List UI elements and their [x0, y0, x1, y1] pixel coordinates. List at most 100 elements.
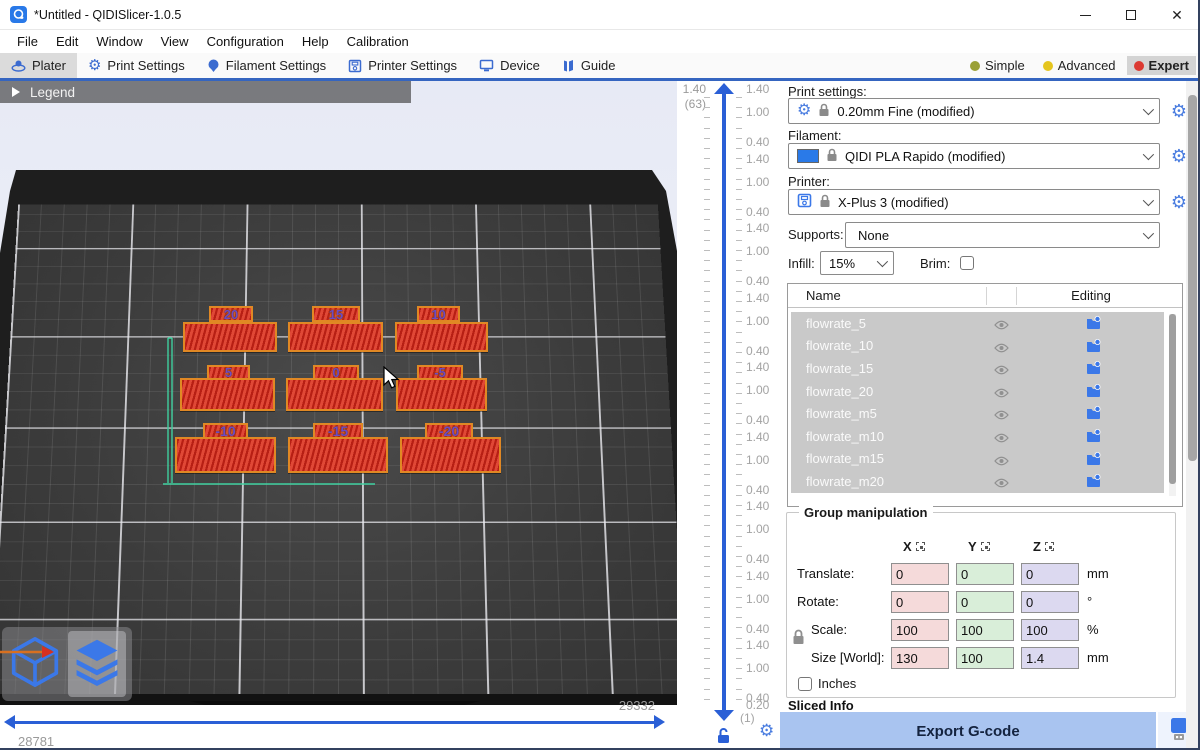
uniform-scale-lock-icon[interactable] [792, 629, 805, 648]
tab-guide[interactable]: Guide [551, 53, 627, 78]
menu-view[interactable]: View [152, 32, 198, 51]
inches-checkbox[interactable] [798, 677, 812, 691]
object-name: flowrate_15 [806, 361, 873, 376]
object-list-row[interactable]: flowrate_m20 [791, 470, 1164, 493]
axis-reset-icon[interactable] [981, 542, 990, 551]
eye-icon[interactable] [994, 386, 1009, 401]
preview-view-button[interactable] [68, 631, 126, 697]
maximize-button[interactable] [1108, 0, 1154, 30]
lock-open-icon[interactable] [716, 727, 731, 749]
calibration-plate[interactable] [396, 378, 487, 411]
object-list-row[interactable]: flowrate_5 [791, 312, 1164, 335]
layer-slider-upper-thumb[interactable] [714, 83, 734, 94]
edit-object-icon[interactable] [1086, 406, 1101, 423]
eye-icon[interactable] [994, 431, 1009, 446]
eye-icon[interactable] [994, 363, 1009, 378]
menu-edit[interactable]: Edit [47, 32, 87, 51]
moves-slider-left-thumb[interactable] [4, 715, 15, 729]
legend-expand-icon [12, 87, 20, 97]
export-gcode-button[interactable]: Export G-code [780, 712, 1156, 750]
layer-slider-track[interactable] [722, 94, 726, 710]
object-name: flowrate_10 [806, 338, 873, 353]
printer-combo[interactable]: X-Plus 3 (modified) [788, 189, 1160, 215]
mode-expert[interactable]: Expert [1127, 56, 1196, 75]
calibration-plate[interactable] [288, 437, 388, 473]
editor-view-button[interactable] [6, 631, 64, 697]
edit-object-icon[interactable] [1086, 474, 1101, 491]
calibration-plate[interactable] [183, 322, 277, 352]
edit-object-icon[interactable] [1086, 316, 1101, 333]
plate-tab: 20 [209, 306, 253, 322]
slider-settings-gear-icon[interactable]: ⚙ [759, 722, 774, 739]
mode-simple[interactable]: Simple [963, 56, 1032, 75]
edit-object-icon[interactable] [1086, 384, 1101, 401]
manip-field-y[interactable] [956, 647, 1014, 669]
menu-configuration[interactable]: Configuration [198, 32, 293, 51]
menu-calibration[interactable]: Calibration [338, 32, 418, 51]
mode-label: Advanced [1058, 58, 1116, 73]
manip-field-z[interactable] [1021, 563, 1079, 585]
filament-combo[interactable]: QIDI PLA Rapido (modified) [788, 143, 1160, 169]
eye-icon[interactable] [994, 341, 1009, 356]
calibration-plate[interactable] [400, 437, 501, 473]
tab-plater[interactable]: Plater [0, 53, 77, 78]
tab-device[interactable]: Device [468, 53, 551, 78]
object-list-row[interactable]: flowrate_m10 [791, 425, 1164, 448]
calibration-plate[interactable] [175, 437, 276, 473]
chevron-down-icon [1143, 228, 1154, 239]
tab-filament-settings[interactable]: Filament Settings [196, 53, 337, 78]
tab-print-settings[interactable]: ⚙Print Settings [77, 53, 196, 78]
object-list-scrollbar[interactable] [1169, 314, 1176, 496]
viewport-3d[interactable]: 20151050-5-10-15-20 Legend 29332 28781 [0, 81, 677, 750]
manip-field-z[interactable] [1021, 619, 1079, 641]
brim-checkbox[interactable] [960, 256, 974, 270]
manip-field-y[interactable] [956, 563, 1014, 585]
eye-icon[interactable] [994, 408, 1009, 423]
object-name: flowrate_20 [806, 384, 873, 399]
legend-bar[interactable]: Legend [0, 81, 411, 103]
manip-row-label: Scale: [811, 622, 847, 637]
minimize-button[interactable] [1062, 0, 1108, 30]
eye-icon[interactable] [994, 454, 1009, 469]
manip-field-x[interactable] [891, 591, 949, 613]
manip-field-y[interactable] [956, 591, 1014, 613]
print-settings-combo[interactable]: ⚙ 0.20mm Fine (modified) [788, 98, 1160, 124]
tab-printer-settings[interactable]: Printer Settings [337, 53, 468, 78]
object-list-row[interactable]: flowrate_10 [791, 335, 1164, 358]
object-list-row[interactable]: flowrate_20 [791, 380, 1164, 403]
calibration-plate[interactable] [395, 322, 488, 352]
panel-scrollbar-thumb[interactable] [1188, 95, 1197, 461]
menu-file[interactable]: File [8, 32, 47, 51]
edit-object-icon[interactable] [1086, 339, 1101, 356]
manip-field-x[interactable] [891, 647, 949, 669]
manip-field-z[interactable] [1021, 591, 1079, 613]
calibration-plate[interactable] [286, 378, 383, 411]
supports-combo[interactable]: None [845, 222, 1160, 248]
eye-icon[interactable] [994, 318, 1009, 333]
calibration-plate[interactable] [288, 322, 383, 352]
object-list-row[interactable]: flowrate_m15 [791, 448, 1164, 471]
manip-field-x[interactable] [891, 619, 949, 641]
object-list-row[interactable]: flowrate_m5 [791, 402, 1164, 425]
edit-object-icon[interactable] [1086, 452, 1101, 469]
axis-reset-icon[interactable] [1045, 542, 1054, 551]
layer-slider-lower-thumb[interactable] [714, 710, 734, 721]
moves-slider-track[interactable] [14, 721, 655, 724]
manip-field-x[interactable] [891, 563, 949, 585]
infill-combo[interactable]: 15% [820, 251, 894, 275]
sliced-info-label: Sliced Info [788, 698, 988, 712]
object-list-row[interactable]: flowrate_15 [791, 357, 1164, 380]
axis-reset-icon[interactable] [916, 542, 925, 551]
close-button[interactable]: ✕ [1154, 0, 1200, 30]
edit-object-icon[interactable] [1086, 361, 1101, 378]
manip-field-z[interactable] [1021, 647, 1079, 669]
mode-advanced[interactable]: Advanced [1036, 56, 1123, 75]
manip-field-y[interactable] [956, 619, 1014, 641]
edit-object-icon[interactable] [1086, 429, 1101, 446]
layer-tick-label: 1.00 [746, 661, 769, 675]
menu-help[interactable]: Help [293, 32, 338, 51]
calibration-plate[interactable] [180, 378, 275, 411]
eye-icon[interactable] [994, 476, 1009, 491]
moves-slider-right-thumb[interactable] [654, 715, 665, 729]
menu-window[interactable]: Window [87, 32, 151, 51]
